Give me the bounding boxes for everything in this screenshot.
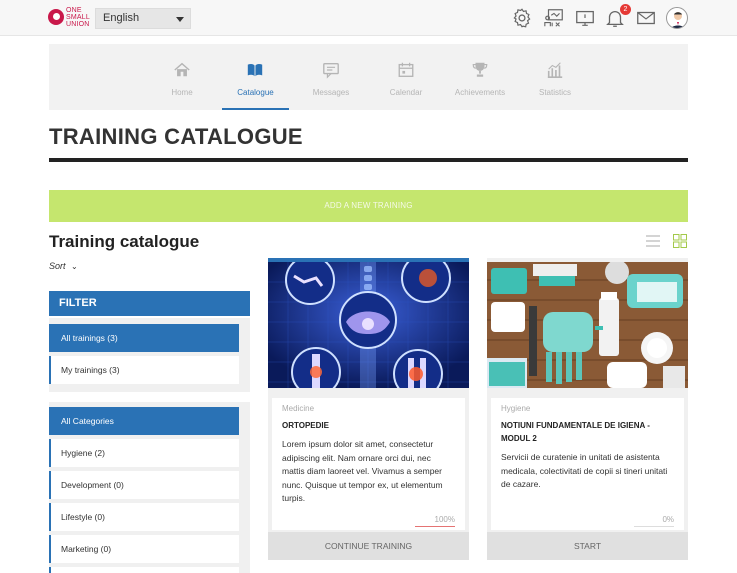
filter-category-hygiene[interactable]: Hygiene (2)	[49, 439, 239, 467]
progress-track	[634, 526, 674, 527]
card-category: Hygiene	[501, 404, 531, 413]
page-title: TRAINING CATALOGUE	[49, 124, 303, 149]
book-icon	[247, 64, 263, 77]
stats-icon	[547, 62, 563, 79]
nav-item-home[interactable]: Home	[147, 44, 217, 110]
monitor-icon[interactable]	[574, 7, 596, 29]
nav-label-statistics: Statistics	[538, 88, 571, 97]
continue-training-button[interactable]: CONTINUE TRAINING	[268, 532, 469, 560]
filter-category-development[interactable]: Development (0)	[49, 471, 239, 499]
calendar-icon	[398, 62, 414, 77]
filter-all-trainings[interactable]: All trainings (3)	[49, 324, 239, 352]
add-training-button[interactable]: ADD A NEW TRAINING	[49, 190, 688, 222]
training-card: Medicine ORTOPEDIE Lorem ipsum dolor sit…	[268, 258, 469, 560]
card-body: Hygiene NOTIUNI FUNDAMENTALE DE IGIENA -…	[491, 398, 684, 530]
progress-value: 100%	[434, 515, 455, 524]
active-tab-indicator	[222, 108, 289, 110]
card-description: Lorem ipsum dolor sit amet, consectetur …	[282, 439, 443, 503]
progress-value: 0%	[662, 515, 674, 524]
avatar[interactable]	[666, 7, 688, 29]
card-title[interactable]: NOTIUNI FUNDAMENTALE DE IGIENA - MODUL 2	[501, 419, 674, 445]
nav-item-calendar[interactable]: Calendar	[371, 44, 441, 110]
main-navigation: Home Catalogue Messages Calendar Achieve…	[49, 44, 688, 110]
logo-text: ONE SMALL UNION	[66, 7, 90, 28]
presentation-icon[interactable]	[543, 7, 565, 29]
notification-badge: 2	[620, 4, 631, 15]
card-category: Medicine	[282, 404, 315, 413]
mail-icon[interactable]	[635, 7, 657, 29]
training-image[interactable]	[487, 262, 688, 388]
filter-category-lifestyle[interactable]: Lifestyle (0)	[49, 503, 239, 531]
list-view-icon[interactable]	[646, 235, 660, 247]
filter-category-marketing[interactable]: Marketing (0)	[49, 535, 239, 563]
category-filter-group: All Categories Hygiene (2) Development (…	[49, 402, 250, 573]
nav-item-messages[interactable]: Messages	[296, 44, 366, 110]
training-card: Hygiene NOTIUNI FUNDAMENTALE DE IGIENA -…	[487, 258, 688, 560]
language-select[interactable]: English	[95, 8, 191, 29]
logo-mark	[48, 9, 64, 25]
nav-label-calendar: Calendar	[389, 88, 423, 97]
card-description: Servicii de curatenie in unitati de asis…	[501, 452, 668, 489]
nav-item-catalogue[interactable]: Catalogue	[222, 44, 289, 110]
filter-heading: FILTER	[49, 291, 250, 316]
scope-filter-group: All trainings (3) My trainings (3)	[49, 318, 250, 392]
progress-fill	[415, 526, 455, 527]
training-image[interactable]	[268, 262, 469, 388]
gear-icon[interactable]	[511, 7, 533, 29]
card-title[interactable]: ORTOPEDIE	[282, 419, 455, 432]
notifications-button[interactable]: 2	[604, 4, 631, 29]
chevron-down-icon: ⌄	[71, 262, 78, 271]
nav-item-achievements[interactable]: Achievements	[445, 44, 515, 110]
top-bar: ONE SMALL UNION English 2	[0, 0, 737, 36]
sort-dropdown[interactable]: Sort ⌄	[49, 261, 78, 271]
grid-view-icon[interactable]	[673, 234, 687, 248]
filter-all-categories[interactable]: All Categories	[49, 407, 239, 435]
logo[interactable]: ONE SMALL UNION	[48, 6, 90, 30]
card-body: Medicine ORTOPEDIE Lorem ipsum dolor sit…	[272, 398, 465, 530]
section-title: Training catalogue	[49, 232, 200, 251]
language-value: English	[103, 12, 140, 24]
nav-label-home: Home	[171, 88, 193, 97]
start-training-button[interactable]: START	[487, 532, 688, 560]
chevron-down-icon	[176, 17, 184, 22]
sort-label: Sort	[49, 261, 66, 271]
trophy-icon	[472, 62, 488, 77]
nav-item-statistics[interactable]: Statistics	[520, 44, 590, 110]
filter-category-more[interactable]	[49, 567, 239, 573]
nav-label-messages: Messages	[312, 88, 350, 97]
home-icon	[174, 62, 190, 77]
title-divider	[49, 158, 688, 162]
nav-label-catalogue: Catalogue	[237, 88, 274, 97]
chat-icon	[323, 63, 339, 79]
filter-my-trainings[interactable]: My trainings (3)	[49, 356, 239, 384]
nav-label-achievements: Achievements	[454, 88, 506, 97]
